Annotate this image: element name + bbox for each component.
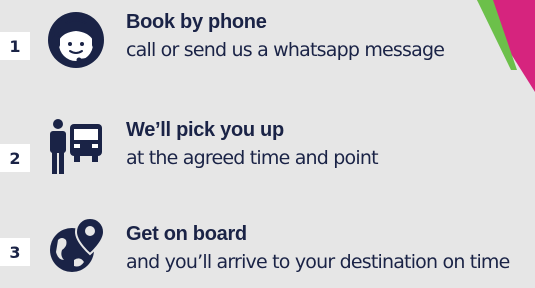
step-number-badge: 1 <box>0 32 30 60</box>
person-and-bus-icon <box>50 119 102 174</box>
step-title: Get on board <box>126 223 247 245</box>
step-book-by-phone: 1 Book by phone call or send us a whatsa… <box>0 0 535 80</box>
step-description: call or send us a whatsapp message <box>126 39 445 61</box>
step-title: We’ll pick you up <box>126 119 284 141</box>
step-number-badge: 3 <box>0 238 30 266</box>
step-pick-up: 2 We’ll pick you up at the agreed time a… <box>0 100 535 180</box>
globe-location-pin-icon <box>50 216 106 272</box>
step-get-on-board: 3 Get on board and you’ll arrive to your… <box>0 200 535 280</box>
headset-person-icon <box>48 12 104 68</box>
step-description: at the agreed time and point <box>126 147 379 169</box>
step-description: and you’ll arrive to your destination on… <box>126 251 510 273</box>
step-number-badge: 2 <box>0 144 30 172</box>
step-title: Book by phone <box>126 11 267 33</box>
